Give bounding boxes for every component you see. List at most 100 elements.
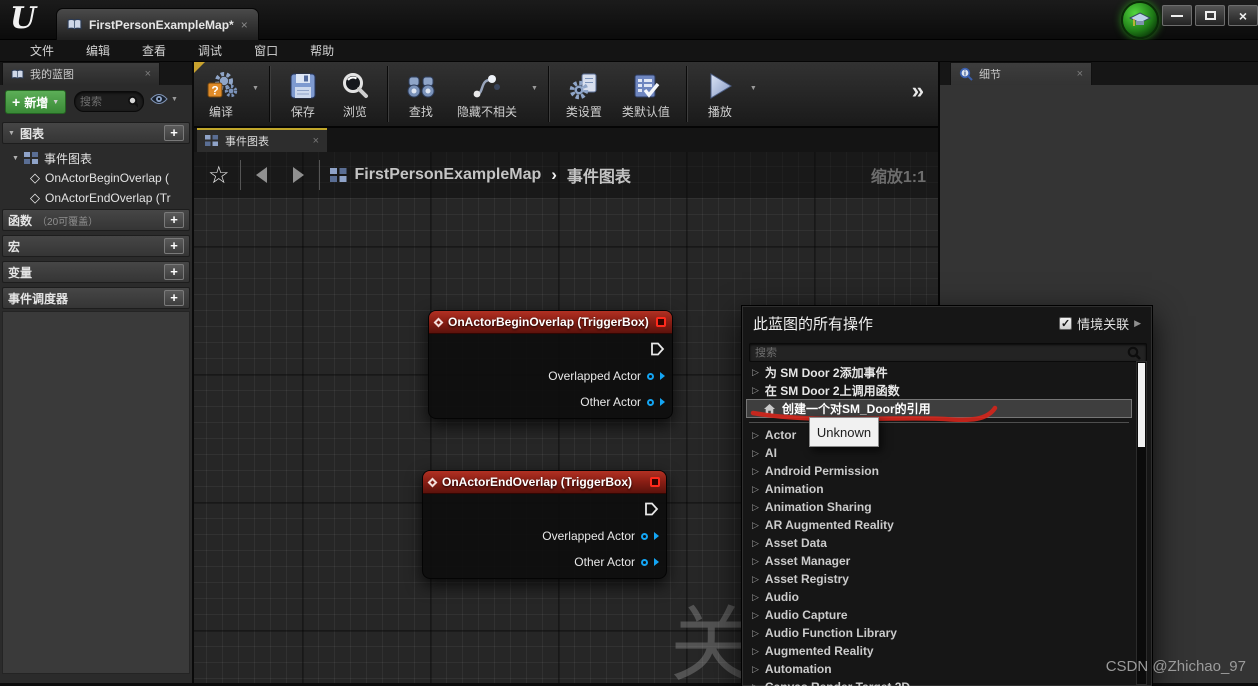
exec-output-pin[interactable] bbox=[650, 342, 665, 361]
context-sensitive-toggle[interactable]: ✓ 情境关联 ▶ bbox=[1059, 314, 1141, 333]
dispatchers-section-header[interactable]: 事件调度器 + bbox=[2, 287, 190, 309]
popup-create-reference-item[interactable]: 创建一个对SM_Door的引用 bbox=[746, 399, 1132, 418]
my-blueprint-tab-close-icon[interactable]: × bbox=[145, 68, 151, 80]
exec-output-pin[interactable] bbox=[644, 502, 659, 521]
details-tab-close-icon[interactable]: × bbox=[1077, 68, 1083, 80]
maximize-icon bbox=[1204, 11, 1216, 20]
blueprint-search-field[interactable] bbox=[74, 91, 144, 112]
browse-label: 浏览 bbox=[342, 105, 367, 119]
popup-category-ai[interactable]: ▷ AI bbox=[743, 444, 1135, 462]
popup-category-canvas-render-target[interactable]: ▷ Canvas Render Target 2D bbox=[743, 678, 1135, 686]
popup-category-augmented-reality[interactable]: ▷ Augmented Reality bbox=[743, 642, 1135, 660]
checkbox-checked-icon[interactable]: ✓ bbox=[1059, 317, 1073, 330]
popup-category-animation-sharing[interactable]: ▷ Animation Sharing bbox=[743, 498, 1135, 516]
blueprint-search-input[interactable] bbox=[80, 95, 128, 108]
popup-category-android-permission[interactable]: ▷ Android Permission bbox=[743, 462, 1135, 480]
graphs-section-header[interactable]: ▼ 图表 + bbox=[2, 122, 190, 144]
popup-search-field[interactable] bbox=[749, 343, 1147, 362]
tutorial-button[interactable] bbox=[1121, 1, 1159, 39]
toolbar-overflow-button[interactable]: » bbox=[912, 78, 938, 110]
find-button[interactable]: 查找 bbox=[395, 62, 447, 126]
popup-category-automation[interactable]: ▷ Automation bbox=[743, 660, 1135, 678]
play-button[interactable]: 播放 bbox=[694, 62, 746, 126]
save-label: 保存 bbox=[290, 105, 315, 119]
functions-section-header[interactable]: 函数 （20可覆盖） + bbox=[2, 209, 190, 231]
popup-category-animation[interactable]: ▷ Animation bbox=[743, 480, 1135, 498]
popup-category-asset-registry[interactable]: ▷ Asset Registry bbox=[743, 570, 1135, 588]
favorite-star-icon[interactable]: ☆ bbox=[208, 161, 230, 190]
popup-category-ar-augmented-reality[interactable]: ▷ AR Augmented Reality bbox=[743, 516, 1135, 534]
menu-file[interactable]: 文件 bbox=[16, 40, 68, 61]
add-graph-button[interactable]: + bbox=[164, 125, 184, 141]
event-graph-item[interactable]: ▼ 事件图表 bbox=[0, 148, 192, 168]
event-end-overlap-item[interactable]: ◇ OnActorEndOverlap (Tr bbox=[0, 188, 192, 208]
menu-help[interactable]: 帮助 bbox=[296, 40, 348, 61]
overlapped-actor-pin[interactable]: Overlapped Actor bbox=[542, 529, 659, 543]
play-options-dropdown[interactable]: ▼ bbox=[746, 50, 761, 126]
class-settings-button[interactable]: 类设置 bbox=[556, 62, 612, 126]
graphs-section-label: 图表 bbox=[19, 126, 44, 141]
pin-arrow-icon bbox=[660, 372, 665, 380]
popup-search-input[interactable] bbox=[755, 346, 1128, 359]
expander-icon: ▷ bbox=[752, 465, 759, 476]
overlapped-actor-pin[interactable]: Overlapped Actor bbox=[548, 369, 665, 383]
event-begin-overlap-item[interactable]: ◇ OnActorBeginOverlap ( bbox=[0, 168, 192, 188]
variables-section-header[interactable]: 变量 + bbox=[2, 261, 190, 283]
popup-scrollbar-thumb[interactable] bbox=[1138, 363, 1145, 447]
graph-tab-close-icon[interactable]: × bbox=[313, 135, 319, 147]
popup-category-audio-capture[interactable]: ▷ Audio Capture bbox=[743, 606, 1135, 624]
node-on-actor-end-overlap[interactable]: OnActorEndOverlap (TriggerBox) Overlappe… bbox=[422, 470, 667, 579]
minimize-button[interactable] bbox=[1162, 5, 1192, 26]
add-macro-button[interactable]: + bbox=[164, 238, 184, 254]
compile-options-dropdown[interactable]: ▼ bbox=[248, 50, 263, 126]
event-graph-tab[interactable]: 事件图表 × bbox=[197, 128, 327, 152]
my-blueprint-panel: 我的蓝图 × + 新增 ▼ ▼ ▼ 图表 + ▼ bbox=[0, 62, 194, 683]
popup-category-asset-data[interactable]: ▷ Asset Data bbox=[743, 534, 1135, 552]
popup-category-audio[interactable]: ▷ Audio bbox=[743, 588, 1135, 606]
details-tab[interactable]: i 细节 × bbox=[950, 62, 1092, 85]
maximize-button[interactable] bbox=[1195, 5, 1225, 26]
macros-section-header[interactable]: 宏 + bbox=[2, 235, 190, 257]
my-blueprint-tab[interactable]: 我的蓝图 × bbox=[2, 62, 160, 85]
menu-debug[interactable]: 调试 bbox=[184, 40, 236, 61]
browse-button[interactable]: 浏览 bbox=[329, 62, 381, 126]
compile-button[interactable]: ? 编译 bbox=[194, 62, 248, 126]
event-begin-overlap-label: OnActorBeginOverlap ( bbox=[45, 171, 170, 185]
visibility-filter-button[interactable]: ▼ bbox=[150, 93, 178, 105]
toolbar-separator bbox=[386, 66, 389, 122]
nav-back-icon[interactable] bbox=[251, 164, 273, 186]
popup-category-asset-manager[interactable]: ▷ Asset Manager bbox=[743, 552, 1135, 570]
add-new-button[interactable]: + 新增 ▼ bbox=[5, 90, 67, 114]
blueprint-actions-popup: 此蓝图的所有操作 ✓ 情境关联 ▶ ▷ 为 SM Door 2添加事件 ▷ 在 … bbox=[741, 305, 1153, 686]
event-diamond-icon bbox=[427, 477, 438, 487]
popup-scrollbar[interactable] bbox=[1136, 361, 1147, 685]
nav-forward-icon[interactable] bbox=[287, 164, 309, 186]
menu-edit[interactable]: 编辑 bbox=[72, 40, 124, 61]
pin-label: Overlapped Actor bbox=[548, 369, 641, 383]
add-variable-button[interactable]: + bbox=[164, 264, 184, 280]
close-button[interactable]: × bbox=[1228, 5, 1258, 26]
popup-action-add-event[interactable]: ▷ 为 SM Door 2添加事件 bbox=[743, 363, 1135, 381]
popup-category-actor[interactable]: ▷ Actor bbox=[743, 426, 1135, 444]
asset-tab[interactable]: FirstPersonExampleMap* × bbox=[56, 8, 259, 40]
asset-tab-close-icon[interactable]: × bbox=[241, 18, 248, 32]
add-dispatcher-button[interactable]: + bbox=[164, 290, 184, 306]
popup-category-label: Augmented Reality bbox=[764, 644, 874, 658]
popup-action-call-function[interactable]: ▷ 在 SM Door 2上调用函数 bbox=[743, 381, 1135, 399]
node-header[interactable]: OnActorEndOverlap (TriggerBox) bbox=[423, 471, 666, 494]
class-defaults-button[interactable]: 类默认值 bbox=[612, 62, 680, 126]
other-actor-pin[interactable]: Other Actor bbox=[580, 395, 665, 409]
hide-unrelated-button[interactable]: 隐藏不相关 bbox=[447, 62, 527, 126]
functions-overridable-hint: （20可覆盖） bbox=[37, 216, 99, 228]
breadcrumb-current[interactable]: 事件图表 bbox=[567, 163, 631, 187]
breadcrumb-root[interactable]: FirstPersonExampleMap bbox=[355, 166, 542, 184]
popup-category-audio-function-library[interactable]: ▷ Audio Function Library bbox=[743, 624, 1135, 642]
node-header[interactable]: OnActorBeginOverlap (TriggerBox) bbox=[429, 311, 672, 334]
add-function-button[interactable]: + bbox=[164, 212, 184, 228]
menu-view[interactable]: 查看 bbox=[128, 40, 180, 61]
other-actor-pin[interactable]: Other Actor bbox=[574, 555, 659, 569]
node-on-actor-begin-overlap[interactable]: OnActorBeginOverlap (TriggerBox) Overlap… bbox=[428, 310, 673, 419]
save-button[interactable]: 保存 bbox=[277, 62, 329, 126]
hide-unrelated-dropdown[interactable]: ▼ bbox=[527, 50, 542, 126]
popup-category-label: Asset Manager bbox=[764, 554, 851, 568]
